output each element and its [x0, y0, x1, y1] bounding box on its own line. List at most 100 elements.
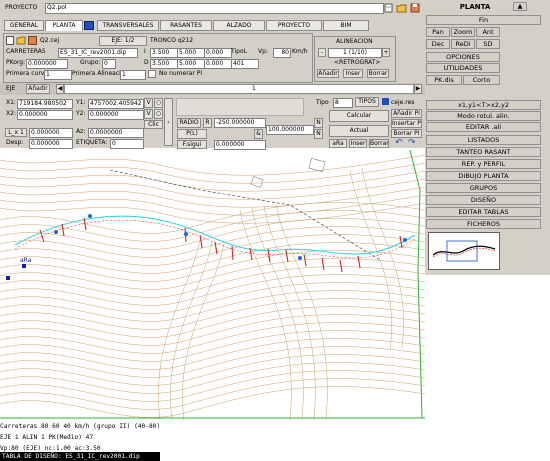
vp-value[interactable]: 80	[273, 48, 291, 58]
calcular-button[interactable]: Calcular	[329, 110, 389, 122]
tab-bim[interactable]: BIM	[323, 20, 369, 31]
d-value-3[interactable]: 0.000	[204, 59, 232, 69]
tab-general[interactable]: GENERAL	[4, 20, 44, 31]
tipo-value[interactable]: 8	[333, 98, 353, 108]
l-value[interactable]: 0.000000	[29, 128, 73, 138]
actual-button[interactable]: Actual	[329, 125, 389, 137]
dec-button[interactable]: Dec	[426, 39, 450, 49]
menu-rep-perfil[interactable]: REP. y PERFIL	[426, 159, 541, 169]
n-button-2[interactable]: N	[314, 129, 323, 139]
road-open-icon[interactable]	[16, 36, 26, 45]
value-100[interactable]: 100.000000	[266, 125, 314, 135]
menu-tanteo-rasant[interactable]: TANTEO RASANT	[426, 147, 541, 157]
pan-button[interactable]: Pan	[426, 27, 450, 37]
menu-x1y1[interactable]: x1,y1<T>x2,y2	[426, 100, 541, 110]
y2-value[interactable]: 0.000000	[88, 110, 144, 120]
road-new-icon[interactable]	[6, 36, 14, 45]
menu-diseno[interactable]: DISEÑO	[426, 195, 541, 205]
redi-button[interactable]: ReDi	[451, 39, 475, 49]
ara-button[interactable]: aRa	[329, 139, 347, 148]
alineacion-insert-button[interactable]: Inser	[343, 69, 363, 78]
road-save-icon[interactable]	[28, 36, 37, 45]
expand-down-button[interactable]: ›	[164, 98, 173, 146]
open-folder-icon[interactable]	[396, 3, 407, 13]
sd-button[interactable]: SD	[476, 39, 500, 49]
d-value-4[interactable]: 401	[231, 59, 259, 69]
i-value-1[interactable]: 3.500	[150, 48, 178, 58]
fsigui-value[interactable]: 0.000000	[214, 140, 266, 150]
anadir-pi-button[interactable]: Añadir PI	[391, 109, 422, 118]
redo-icon[interactable]: ↷	[408, 139, 418, 148]
eje-scrollbar[interactable]	[64, 84, 414, 94]
etiqueta-value[interactable]: 0	[110, 139, 144, 149]
collapse-arrow-icon[interactable]: ▲	[513, 2, 527, 11]
opciones-button[interactable]: OPCIONES	[426, 52, 500, 62]
az-value[interactable]: 0.0000000	[88, 128, 144, 138]
l-button[interactable]: L_x 1	[5, 128, 27, 137]
menu-grupos[interactable]: GRUPOS	[426, 183, 541, 193]
grupo-value[interactable]: 0	[102, 59, 116, 69]
d-value-2[interactable]: 5.000	[177, 59, 205, 69]
radio-r-button[interactable]: R	[203, 118, 212, 128]
map-canvas[interactable]: aRa	[0, 150, 425, 420]
menu-modo-rotul[interactable]: Modo rotul. alin.	[426, 111, 541, 121]
fin-button[interactable]: Fin	[426, 15, 541, 25]
menu-editar-tablas[interactable]: EDITAR TABLAS	[426, 207, 541, 217]
tab-planta[interactable]: PLANTA	[45, 20, 83, 31]
eje-add-button[interactable]: Añadir	[26, 84, 50, 94]
d-value-1[interactable]: 3.500	[150, 59, 178, 69]
i-value-3[interactable]: 0.000	[204, 48, 232, 58]
fsigui-button[interactable]: F.sigui	[177, 140, 207, 149]
alineacion-add-button[interactable]: Añadir	[317, 69, 339, 78]
alineacion-delete-button[interactable]: Borrar	[367, 69, 389, 78]
tipos-button[interactable]: TIPOS	[355, 97, 379, 107]
insertar-pi-button[interactable]: Insertar PI	[391, 119, 422, 128]
v-button-1[interactable]: V	[144, 98, 153, 108]
project-file-field[interactable]: Q2.pol	[45, 3, 384, 14]
corto-button[interactable]: Corto	[463, 75, 500, 85]
tab-alzado[interactable]: ALZADO	[213, 20, 265, 31]
pk-value[interactable]: 0.000000	[26, 59, 68, 69]
circle-button-2[interactable]: ○	[154, 109, 163, 119]
link-icon[interactable]: &	[254, 129, 263, 139]
desp-value[interactable]: 0.000000	[29, 139, 73, 149]
zoom-button[interactable]: Zoom	[451, 27, 475, 37]
primera-alineacion-value[interactable]: 1	[120, 70, 146, 80]
y1-value[interactable]: 4757002.405942	[88, 99, 144, 109]
circle-button-1[interactable]: ○	[154, 98, 163, 108]
x2-value[interactable]: 0.000000	[17, 110, 73, 120]
menu-editar-ali[interactable]: EDITAR .ali	[426, 122, 541, 132]
borrar-button[interactable]: Borrar	[369, 139, 389, 148]
inser-button[interactable]: Inser	[349, 139, 367, 148]
x1-value[interactable]: 719184.980502	[17, 99, 73, 109]
n-button-1[interactable]: N	[314, 118, 323, 128]
overview-minimap[interactable]	[428, 232, 500, 270]
clic-button[interactable]: Clic	[144, 120, 163, 129]
p-button[interactable]: P(L)	[177, 129, 207, 139]
v-button-2[interactable]: V	[144, 109, 153, 119]
utilidades-button[interactable]: UTILIDADES	[426, 63, 500, 73]
borrar-pi-button[interactable]: Borrar PI	[391, 129, 422, 138]
i-value-2[interactable]: 5.000	[177, 48, 205, 58]
alineacion-prev-button[interactable]: -	[318, 48, 326, 57]
primera-curva-value[interactable]: 1	[44, 70, 72, 80]
radio-button[interactable]: RADIO	[177, 118, 201, 128]
radio-value[interactable]: -250.000000	[214, 118, 266, 128]
pkdis-button[interactable]: PK.dis	[426, 75, 462, 85]
tab-proyecto[interactable]: PROYECTO	[266, 20, 322, 31]
menu-dibujo-planta[interactable]: DIBUJO PLANTA	[426, 171, 541, 181]
eje-scroll-left[interactable]: ◀	[56, 84, 64, 94]
menu-listados[interactable]: LISTADOS	[426, 135, 541, 145]
new-file-icon[interactable]	[384, 3, 393, 13]
eje-selector-button[interactable]: EJE: 1/2	[99, 36, 147, 46]
planta-tab-icon[interactable]	[84, 21, 94, 30]
dip-file-field[interactable]: ES_31_IC_rev2001.dip	[58, 48, 138, 58]
no-numerar-checkbox[interactable]	[148, 70, 156, 78]
eje-scroll-right[interactable]: ▶	[414, 84, 422, 94]
alineacion-next-button[interactable]: +	[382, 48, 390, 57]
menu-ficheros[interactable]: FICHEROS	[426, 219, 541, 229]
ant-button[interactable]: Ant	[476, 27, 500, 37]
tab-transversales[interactable]: TRANSVERSALES	[97, 20, 159, 31]
tab-rasantes[interactable]: RASANTES	[160, 20, 212, 31]
save-disk-icon[interactable]	[410, 3, 420, 13]
